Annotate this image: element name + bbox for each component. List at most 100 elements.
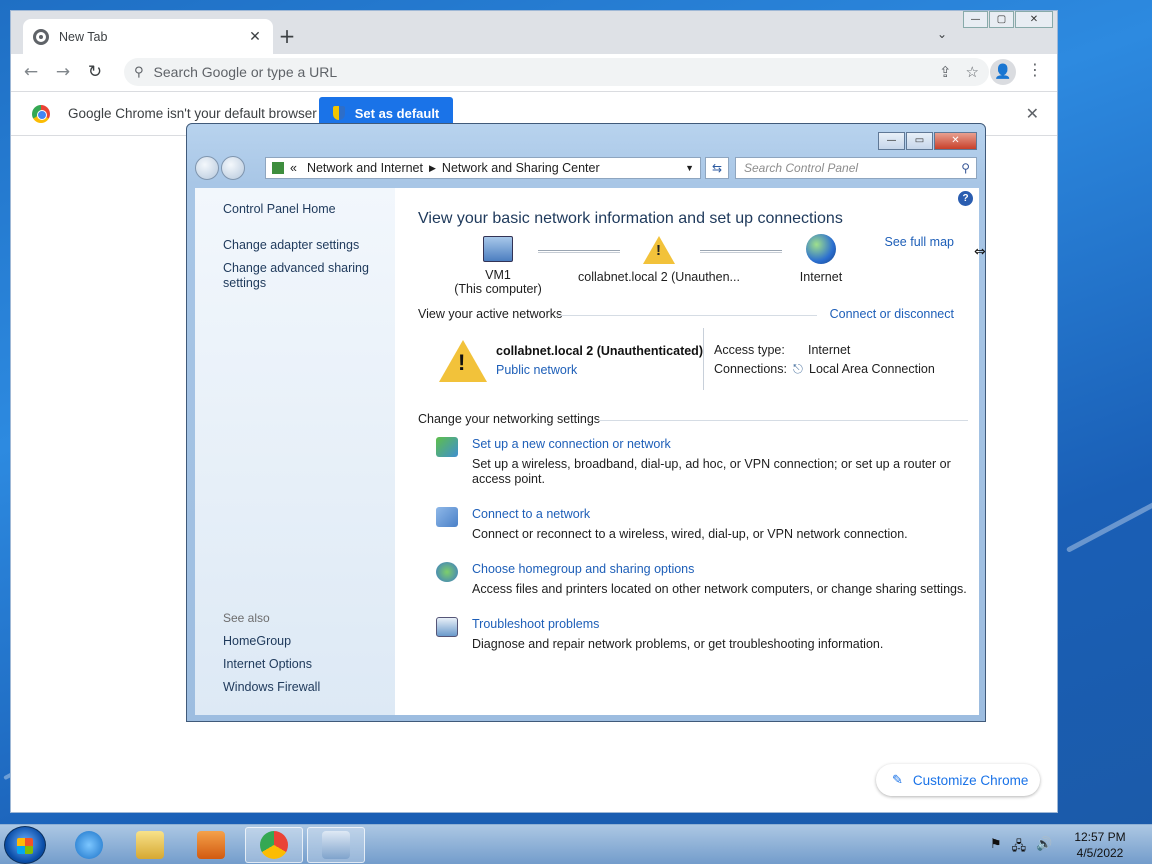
connect-network-icon bbox=[436, 507, 458, 527]
network-tray-icon[interactable]: 🖧 bbox=[1012, 837, 1027, 859]
sidebar-control-panel-home[interactable]: Control Panel Home bbox=[223, 202, 336, 216]
public-network-link[interactable]: Public network bbox=[496, 363, 577, 377]
taskbar-media-player[interactable] bbox=[182, 827, 240, 863]
back-icon[interactable]: ← bbox=[17, 58, 45, 86]
cp-search-icon[interactable]: ⚲ bbox=[961, 158, 970, 178]
connect-or-disconnect-link[interactable]: Connect or disconnect bbox=[830, 307, 954, 321]
cp-close-button[interactable]: ✕ bbox=[934, 132, 977, 150]
map-node-internet[interactable]: Internet bbox=[781, 234, 861, 284]
omnibox-placeholder: Search Google or type a URL bbox=[153, 64, 338, 80]
computer-name: VM1 bbox=[485, 268, 511, 282]
action-center-flag-icon[interactable]: ⚑ bbox=[990, 837, 1002, 859]
folder-icon bbox=[136, 831, 164, 859]
map-node-network[interactable]: collabnet.local 2 (Unauthen... bbox=[574, 236, 744, 284]
homegroup-link[interactable]: Choose homegroup and sharing options bbox=[472, 562, 694, 576]
chrome-toolbar: ← → ↻ ⚲ Search Google or type a URL ⇪ ☆ … bbox=[11, 54, 1057, 90]
system-tray: ⚑ 🖧 🔊 bbox=[990, 837, 1052, 859]
address-dropdown-icon[interactable]: ▼ bbox=[685, 163, 694, 173]
local-area-connection-link[interactable]: Local Area Connection bbox=[809, 362, 935, 376]
forward-icon[interactable]: → bbox=[49, 58, 77, 86]
infobar-message: Google Chrome isn't your default browser bbox=[68, 106, 317, 121]
networking-settings-label: Change your networking settings bbox=[418, 412, 601, 426]
help-icon[interactable]: ? bbox=[958, 191, 973, 206]
cp-minimize-button[interactable]: — bbox=[878, 132, 905, 150]
chrome-menu-icon[interactable]: ⋮ bbox=[1027, 60, 1043, 79]
cp-forward-icon[interactable] bbox=[221, 156, 245, 180]
sidebar-windows-firewall[interactable]: Windows Firewall bbox=[223, 680, 320, 694]
sidebar-change-advanced-sharing[interactable]: Change advanced sharing settings bbox=[223, 261, 373, 291]
taskbar-internet-explorer[interactable] bbox=[60, 827, 118, 863]
sidebar-internet-options[interactable]: Internet Options bbox=[223, 657, 312, 671]
new-connection-desc: Set up a wireless, broadband, dial-up, a… bbox=[472, 457, 951, 486]
minimize-button[interactable]: — bbox=[963, 11, 988, 28]
share-icon[interactable]: ⇪ bbox=[939, 63, 952, 81]
network-folder-icon bbox=[272, 162, 284, 174]
tab-new-tab[interactable]: New Tab ✕ bbox=[23, 19, 273, 54]
troubleshoot-link[interactable]: Troubleshoot problems bbox=[472, 617, 599, 631]
connect-network-link[interactable]: Connect to a network bbox=[472, 507, 590, 521]
warning-icon bbox=[643, 236, 675, 264]
computer-sub: (This computer) bbox=[454, 282, 542, 296]
new-connection-icon bbox=[436, 437, 458, 457]
taskbar-explorer[interactable] bbox=[121, 827, 179, 863]
infobar-close-icon[interactable]: ✕ bbox=[1026, 104, 1039, 123]
control-panel-window: — ▭ ✕ « Network and Internet ▶ Network a… bbox=[186, 123, 986, 722]
see-full-map-link[interactable]: See full map bbox=[885, 235, 954, 249]
breadcrumb-sharing-center[interactable]: Network and Sharing Center bbox=[442, 161, 600, 175]
cp-search-input[interactable]: Search Control Panel ⚲ bbox=[735, 157, 977, 179]
sidebar-change-adapter-settings[interactable]: Change adapter settings bbox=[223, 238, 359, 252]
cp-search-placeholder: Search Control Panel bbox=[744, 161, 859, 175]
cp-maximize-button[interactable]: ▭ bbox=[906, 132, 933, 150]
cp-content: ? View your basic network information an… bbox=[395, 188, 979, 715]
search-icon: ⚲ bbox=[134, 64, 144, 80]
breadcrumb-network-and-internet[interactable]: Network and Internet bbox=[307, 161, 423, 175]
sidebar-homegroup[interactable]: HomeGroup bbox=[223, 634, 291, 648]
map-internet-label: Internet bbox=[799, 270, 843, 284]
taskbar: ⚑ 🖧 🔊 12:57 PM 4/5/2022 bbox=[0, 824, 1152, 864]
globe-icon bbox=[806, 234, 836, 264]
taskbar-chrome[interactable] bbox=[245, 827, 303, 863]
profile-avatar-icon[interactable]: 👤 bbox=[990, 59, 1016, 85]
customize-chrome-button[interactable]: ✎ Customize Chrome bbox=[876, 764, 1040, 796]
wallpaper-streak bbox=[1065, 492, 1152, 553]
map-node-computer[interactable]: VM1 (This computer) bbox=[438, 236, 558, 296]
tab-search-icon[interactable]: ⌄ bbox=[937, 27, 947, 41]
tab-title: New Tab bbox=[59, 29, 108, 44]
active-network-name: collabnet.local 2 (Unauthenticated) bbox=[496, 344, 703, 358]
cp-back-icon[interactable] bbox=[195, 156, 219, 180]
computer-icon bbox=[483, 236, 513, 262]
volume-icon[interactable]: 🔊 bbox=[1036, 837, 1052, 859]
breadcrumb-prefix[interactable]: « bbox=[290, 161, 297, 175]
new-tab-button[interactable]: + bbox=[275, 25, 299, 49]
customize-chrome-label: Customize Chrome bbox=[912, 772, 1029, 788]
chrome-tab-icon bbox=[33, 28, 49, 45]
access-type-value: Internet bbox=[808, 343, 851, 357]
breadcrumb-separator-icon: ▶ bbox=[429, 162, 436, 173]
vertical-divider bbox=[703, 328, 704, 390]
troubleshoot-icon bbox=[436, 617, 458, 637]
task-new-connection: Set up a new connection or network Set u… bbox=[436, 437, 976, 487]
new-connection-link[interactable]: Set up a new connection or network bbox=[472, 437, 671, 451]
address-row: « Network and Internet ▶ Network and Sha… bbox=[195, 155, 979, 181]
map-connector-line bbox=[700, 250, 782, 253]
bookmark-star-icon[interactable]: ☆ bbox=[966, 63, 979, 81]
close-button[interactable]: ✕ bbox=[1015, 11, 1053, 28]
page-title: View your basic network information and … bbox=[418, 210, 843, 227]
taskbar-control-panel[interactable] bbox=[307, 827, 365, 863]
cp-refresh-icon[interactable]: ⇆ bbox=[705, 157, 729, 179]
cp-window-controls: — ▭ ✕ bbox=[877, 132, 977, 150]
control-panel-icon bbox=[322, 831, 350, 859]
maximize-button[interactable]: ▢ bbox=[989, 11, 1014, 28]
homegroup-desc: Access files and printers located on oth… bbox=[472, 582, 967, 596]
see-also-label: See also bbox=[223, 611, 270, 625]
cp-address-bar[interactable]: « Network and Internet ▶ Network and Sha… bbox=[265, 157, 701, 179]
start-button[interactable] bbox=[4, 826, 46, 864]
section-divider bbox=[557, 315, 817, 316]
reload-icon[interactable]: ↻ bbox=[81, 58, 109, 86]
taskbar-clock[interactable]: 12:57 PM 4/5/2022 bbox=[1060, 829, 1140, 861]
tab-close-icon[interactable]: ✕ bbox=[247, 29, 263, 45]
ethernet-plug-icon: ⎋ bbox=[793, 362, 803, 376]
omnibox[interactable]: ⚲ Search Google or type a URL ⇪ ☆ bbox=[124, 58, 989, 86]
cp-nav-buttons bbox=[195, 156, 265, 180]
chrome-icon bbox=[260, 831, 288, 859]
